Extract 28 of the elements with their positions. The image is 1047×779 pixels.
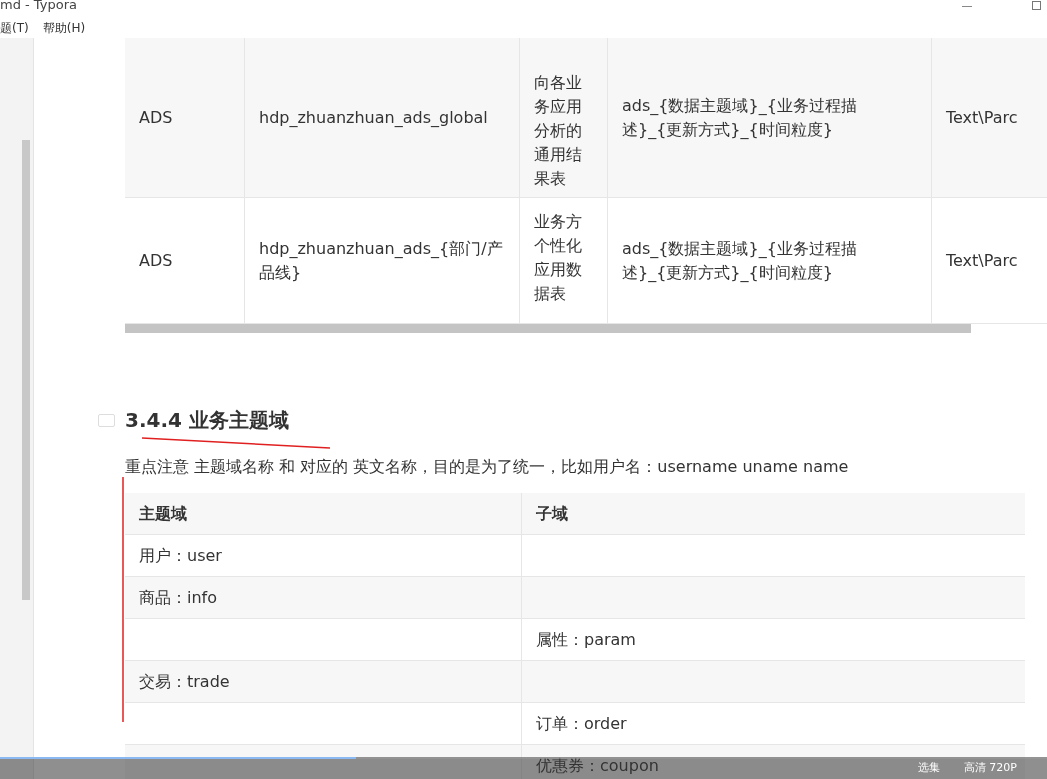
table-cell-text: ads_{数据主题域}_{业务过程描述}_{更新方式}_{时间粒度} xyxy=(622,237,858,284)
table-cell-text: hdp_zhuanzhuan_ads_global xyxy=(259,106,488,129)
menu-item[interactable]: 帮助(H) xyxy=(42,19,86,37)
column-header: 子域 xyxy=(536,502,568,525)
table-cell-text: Text\Parc xyxy=(946,249,1018,272)
table-cell-text: 商品：info xyxy=(139,586,217,609)
table-cell-text: 订单：order xyxy=(536,712,627,735)
table-cell-text: hdp_zhuanzhuan_ads_{部门/产品线} xyxy=(259,237,504,284)
table-cell-text: 属性：param xyxy=(536,628,636,651)
minimize-icon[interactable] xyxy=(962,5,972,7)
section-heading: 3.4.4 业务主题域 xyxy=(125,407,289,434)
table-cell-text: ads_{数据主题域}_{业务过程描述}_{更新方式}_{时间粒度} xyxy=(622,94,858,141)
table-cell-text: Text\Parc xyxy=(946,106,1018,129)
table-cell-text: 向各业务应用分析的通用结果表 xyxy=(534,72,583,190)
table-cell-text: ADS xyxy=(139,106,173,129)
table-cell-text: 优惠券：coupon xyxy=(536,754,659,777)
menu-item[interactable]: 题(T) xyxy=(0,19,29,37)
restore-icon[interactable] xyxy=(1032,1,1041,10)
table-cell-text: 用户：user xyxy=(139,544,222,567)
window-title: md - Typora xyxy=(0,0,77,12)
table-cell-text: 业务方个性化应用数据表 xyxy=(534,210,583,305)
scrollbar-thumb[interactable] xyxy=(22,140,30,600)
paragraph: 重点注意 主题域名称 和 对应的 英文名称，目的是为了统一，比如用户名：username uname name xyxy=(125,456,850,478)
column-header: 主题域 xyxy=(139,502,187,525)
heading-icon xyxy=(98,413,115,427)
table-cell-text: 交易：trade xyxy=(139,670,230,693)
horizontal-scrollbar[interactable] xyxy=(125,324,971,333)
table-cell-text: ADS xyxy=(139,249,173,272)
